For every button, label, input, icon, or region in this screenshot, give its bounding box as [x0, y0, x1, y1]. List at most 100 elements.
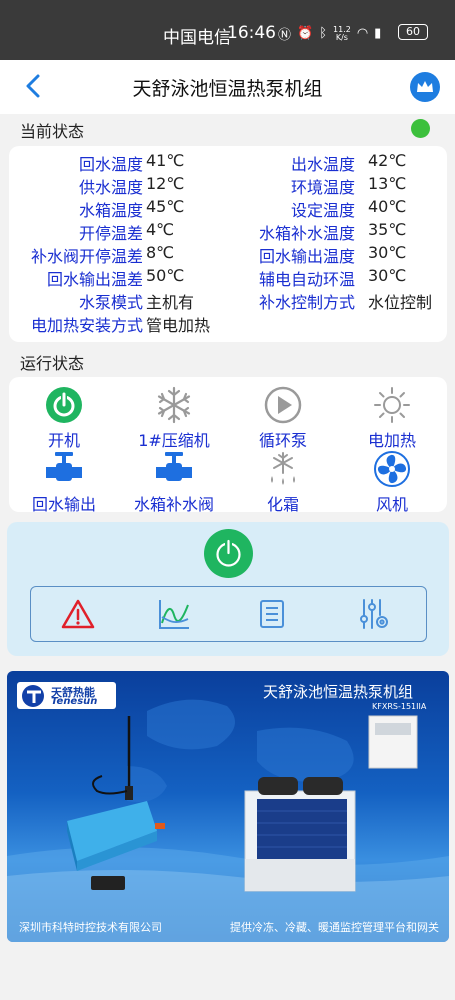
run-item-defrost: 化霜 — [233, 449, 333, 515]
param-row: 辅电自动环温 30℃ — [229, 266, 447, 289]
run-item-pump: 循环泵 — [233, 385, 333, 451]
current-status-title: 当前状态 — [20, 122, 85, 141]
param-row: 出水温度 42℃ — [229, 151, 447, 174]
valve-icon — [46, 452, 82, 481]
run-item-heater: 电加热 — [342, 385, 442, 451]
settings-sliders-icon[interactable] — [357, 597, 391, 631]
param-row: 电加热安装方式 管电加热 — [9, 312, 229, 335]
sun-heater-icon — [374, 387, 410, 423]
network-speed: 11.2 K/s — [333, 24, 351, 42]
run-item-tank-valve: 水箱补水阀 — [124, 449, 224, 515]
power-on-icon — [46, 387, 82, 423]
alarm-icon[interactable] — [61, 597, 95, 631]
param-value: 8℃ — [146, 243, 175, 262]
param-row: 开停温差 4℃ — [9, 220, 229, 243]
carrier-name: 中国电信 — [163, 28, 231, 48]
nfc-icon: Ⓝ — [278, 28, 292, 43]
param-row: 水箱温度 45℃ — [9, 197, 229, 220]
bluetooth-icon: ᛒ — [319, 26, 328, 41]
param-label: 供水温度 — [78, 178, 143, 197]
param-value: 水位控制 — [368, 293, 433, 312]
signal-icon: ▮ — [374, 26, 382, 41]
page-title: 天舒泳池恒温热泵机组 — [132, 78, 323, 100]
param-label: 水箱温度 — [78, 201, 143, 220]
crown-icon[interactable] — [410, 72, 440, 102]
param-label: 辅电自动环温 — [258, 270, 355, 289]
param-row: 水泵模式 主机有 — [9, 289, 229, 312]
param-row: 回水输出温差 50℃ — [9, 266, 229, 289]
run-item-label: 回水输出 — [31, 495, 96, 514]
param-label: 回水输出温度 — [258, 247, 355, 266]
banner-footer: 深圳市科特时控技术有限公司 提供冷冻、冷藏、暖通监控管理平台和网关 — [19, 919, 439, 935]
param-value: 42℃ — [368, 151, 407, 170]
system-status-bar: 中国电信 16:46 Ⓝ ⏰ ᛒ 11.2 K/s ◠ ▮ 60 — [0, 0, 455, 60]
run-status-card: 开机 1#压缩机 循环泵 电加热 回水输出 水箱补水阀 化霜 风机 — [9, 377, 447, 515]
power-button[interactable] — [204, 529, 253, 578]
param-value: 30℃ — [368, 266, 407, 285]
banner-artwork — [7, 699, 449, 942]
param-value: 45℃ — [146, 197, 185, 216]
param-label: 水泵模式 — [78, 293, 143, 312]
param-value: 50℃ — [146, 266, 185, 285]
run-item-label: 化霜 — [266, 495, 299, 514]
param-row: 补水控制方式 水位控制 — [229, 289, 447, 312]
app-header: 天舒泳池恒温热泵机组 — [0, 60, 455, 114]
tool-bar — [30, 586, 427, 642]
param-label: 回水温度 — [78, 155, 143, 174]
defrost-icon — [271, 452, 295, 485]
banner-model: KFXRS-151IIA — [372, 702, 427, 711]
brand-logo: 天舒热能 Tenesun — [17, 682, 116, 709]
current-status-card: 回水温度 41℃ 供水温度 12℃ 水箱温度 45℃ 开停温差 4℃ 补水阀开停… — [9, 146, 447, 342]
wifi-icon: ◠ — [356, 26, 369, 41]
param-label: 出水温度 — [290, 155, 355, 174]
param-label: 回水输出温差 — [46, 270, 143, 289]
param-row: 补水阀开停温差 8℃ — [9, 243, 229, 266]
param-value: 主机有 — [146, 293, 195, 312]
banner-title: 天舒泳池恒温热泵机组 — [263, 683, 414, 701]
run-item-label: 循环泵 — [258, 431, 307, 450]
param-row: 设定温度 40℃ — [229, 197, 447, 220]
pump-play-icon — [264, 386, 302, 424]
run-item-label: 开机 — [47, 431, 80, 450]
power-icon — [216, 539, 241, 567]
param-label: 设定温度 — [290, 201, 355, 220]
param-value: 35℃ — [368, 220, 407, 239]
param-label: 环境温度 — [290, 178, 355, 197]
param-row: 供水温度 12℃ — [9, 174, 229, 197]
param-value: 30℃ — [368, 243, 407, 262]
fan-icon — [374, 451, 410, 487]
online-status-indicator — [411, 119, 430, 138]
param-label: 补水控制方式 — [258, 293, 355, 312]
brand-name-en: Tenesun — [51, 696, 98, 707]
run-item-power: 开机 — [14, 385, 114, 451]
snowflake-icon — [157, 386, 191, 424]
valve-icon — [156, 452, 192, 481]
param-label: 补水阀开停温差 — [30, 247, 143, 266]
param-row: 环境温度 13℃ — [229, 174, 447, 197]
param-label: 电加热安装方式 — [30, 316, 143, 335]
battery-icon: 60 — [398, 24, 428, 40]
promo-banner: 天舒热能 Tenesun 天舒泳池恒温热泵机组 KFXRS-151IIA 深圳市… — [7, 671, 449, 942]
run-item-label: 风机 — [375, 495, 408, 514]
run-item-label: 1#压缩机 — [138, 431, 210, 450]
curve-chart-icon[interactable] — [157, 597, 191, 631]
run-item-label: 电加热 — [367, 431, 416, 450]
run-item-label: 水箱补水阀 — [133, 495, 214, 514]
param-row: 回水温度 41℃ — [9, 151, 229, 174]
brand-mark-icon — [22, 685, 44, 707]
param-value: 41℃ — [146, 151, 185, 170]
run-item-fan: 风机 — [342, 449, 442, 515]
param-value: 管电加热 — [146, 316, 211, 335]
status-icons: Ⓝ ⏰ ᛒ 11.2 K/s ◠ ▮ — [278, 24, 381, 43]
footer-company: 深圳市科特时控技术有限公司 — [19, 921, 162, 934]
param-value: 40℃ — [368, 197, 407, 216]
param-value: 13℃ — [368, 174, 407, 193]
run-status-title: 运行状态 — [20, 354, 85, 373]
param-row: 水箱补水温度 35℃ — [229, 220, 447, 243]
alarm-clock-icon: ⏰ — [297, 26, 314, 41]
footer-slogan: 提供冷冻、冷藏、暖通监控管理平台和网关 — [230, 921, 439, 934]
param-value: 12℃ — [146, 174, 185, 193]
run-item-return-output: 回水输出 — [14, 449, 114, 515]
param-label: 水箱补水温度 — [258, 224, 355, 243]
list-doc-icon[interactable] — [255, 597, 289, 631]
